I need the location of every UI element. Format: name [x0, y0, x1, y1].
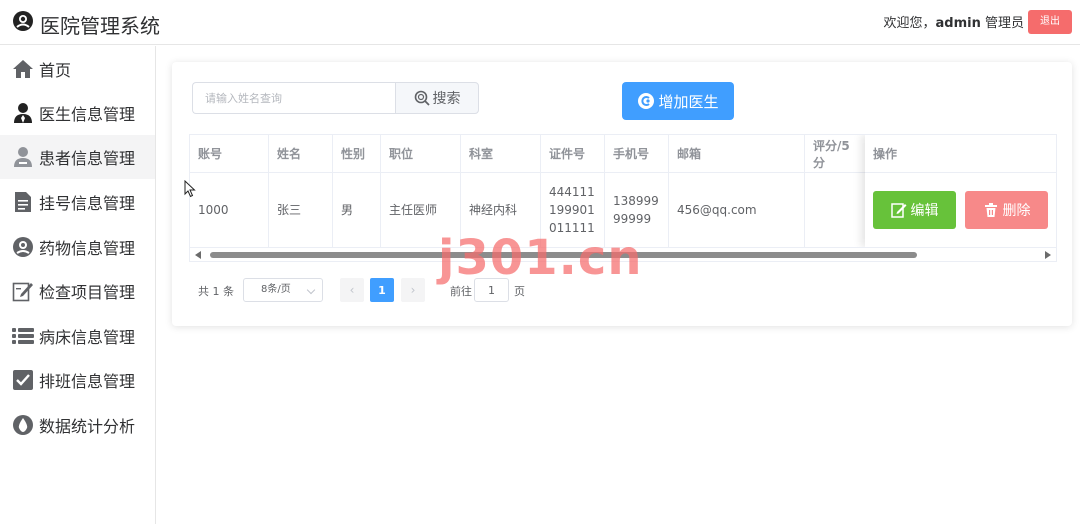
edit-button[interactable]: 编辑: [873, 191, 956, 229]
delete-button-label: 删除: [1002, 203, 1031, 219]
sidebar-item-home[interactable]: 首页: [0, 47, 155, 91]
delete-button[interactable]: 删除: [965, 191, 1048, 229]
welcome-text: 欢迎您，admin 管理员: [883, 12, 1024, 31]
add-doctor-label: 增加医生: [658, 92, 719, 111]
column-header-email[interactable]: 邮箱: [669, 135, 805, 172]
list-icon: [11, 324, 35, 348]
search-icon: [414, 90, 430, 106]
column-header-phone[interactable]: 手机号: [605, 135, 669, 172]
add-doctor-button[interactable]: 增加医生: [622, 82, 734, 120]
logout-button[interactable]: 退出: [1028, 10, 1072, 34]
sidebar-item-label: 患者信息管理: [39, 149, 136, 168]
welcome-prefix: 欢迎您，: [883, 16, 936, 31]
trash-icon: [984, 203, 997, 217]
cell-gender: 男: [333, 173, 381, 247]
sidebar-item-doctor[interactable]: 医生信息管理: [0, 91, 155, 135]
document-icon: [11, 190, 35, 214]
mouse-cursor-icon: [184, 180, 196, 198]
sidebar-item-label: 检查项目管理: [39, 283, 136, 302]
search-button[interactable]: 搜索: [395, 82, 479, 114]
prev-page-button[interactable]: ‹: [340, 278, 364, 302]
user-role: 管理员: [984, 16, 1024, 31]
cell-name: 张三: [269, 173, 333, 247]
column-header-account[interactable]: 账号: [190, 135, 269, 172]
page-size-value: 8条/页: [261, 284, 291, 295]
scroll-left-icon[interactable]: [195, 251, 201, 259]
sidebar-item-bed[interactable]: 病床信息管理: [0, 314, 155, 358]
username: admin: [935, 16, 981, 31]
chevron-down-icon: [306, 285, 316, 295]
column-header-title[interactable]: 职位: [381, 135, 461, 172]
watermark: j301.cn: [438, 230, 643, 286]
add-icon: [638, 93, 655, 109]
search-input[interactable]: [192, 82, 395, 114]
cell-account: 1000: [190, 173, 269, 247]
sidebar-item-label: 病床信息管理: [39, 328, 136, 347]
sidebar-item-statistics[interactable]: 数据统计分析: [0, 403, 155, 447]
column-header-name[interactable]: 姓名: [269, 135, 333, 172]
sidebar-item-schedule[interactable]: 排班信息管理: [0, 358, 155, 402]
drop-icon: [11, 413, 35, 437]
sidebar-item-label: 挂号信息管理: [39, 194, 136, 213]
pagination-total: 共 1 条: [198, 285, 234, 298]
medicine-icon: [11, 235, 35, 259]
scroll-right-icon[interactable]: [1045, 251, 1051, 259]
doctor-table-card: 搜索 增加医生 账号 姓名 性别 职位 科室 证件号 手机号 邮箱 评分/5分 …: [172, 62, 1072, 326]
column-header-actions: 操作: [865, 135, 1056, 173]
current-page-button[interactable]: 1: [370, 278, 394, 302]
sidebar: 首页 医生信息管理 患者信息管理 挂号信息管理 药物信息管理 检查项目管理 病床…: [0, 46, 156, 524]
cell-rating: [805, 173, 865, 247]
sidebar-item-label: 药物信息管理: [39, 239, 136, 258]
column-header-rating[interactable]: 评分/5分: [805, 135, 865, 172]
sidebar-item-medicine[interactable]: 药物信息管理: [0, 225, 155, 269]
patient-icon: [11, 145, 35, 169]
edit-button-label: 编辑: [910, 203, 939, 219]
edit-form-icon: [11, 279, 35, 303]
checkbox-icon: [11, 368, 35, 392]
column-header-department[interactable]: 科室: [461, 135, 541, 172]
actions-fixed-column: 操作 编辑 删除: [865, 135, 1056, 247]
sidebar-item-label: 首页: [39, 61, 72, 80]
column-header-gender[interactable]: 性别: [333, 135, 381, 172]
sidebar-item-exam[interactable]: 检查项目管理: [0, 269, 155, 313]
column-header-id-number[interactable]: 证件号: [541, 135, 605, 172]
logo-icon: [13, 11, 33, 31]
sidebar-item-label: 医生信息管理: [39, 105, 136, 124]
sidebar-item-label: 数据统计分析: [39, 417, 136, 436]
home-icon: [11, 57, 35, 81]
page-size-select[interactable]: 8条/页: [243, 278, 323, 302]
doctor-icon: [11, 101, 35, 125]
edit-icon: [890, 203, 906, 218]
cell-email: 456@qq.com: [669, 173, 805, 247]
search-button-label: 搜索: [432, 91, 461, 107]
sidebar-item-registration[interactable]: 挂号信息管理: [0, 180, 155, 224]
next-page-button[interactable]: ›: [401, 278, 425, 302]
top-header: 医院管理系统 欢迎您，admin 管理员 退出: [0, 0, 1080, 45]
app-title: 医院管理系统: [40, 14, 160, 38]
sidebar-item-label: 排班信息管理: [39, 372, 136, 391]
sidebar-item-patient[interactable]: 患者信息管理: [0, 135, 155, 179]
